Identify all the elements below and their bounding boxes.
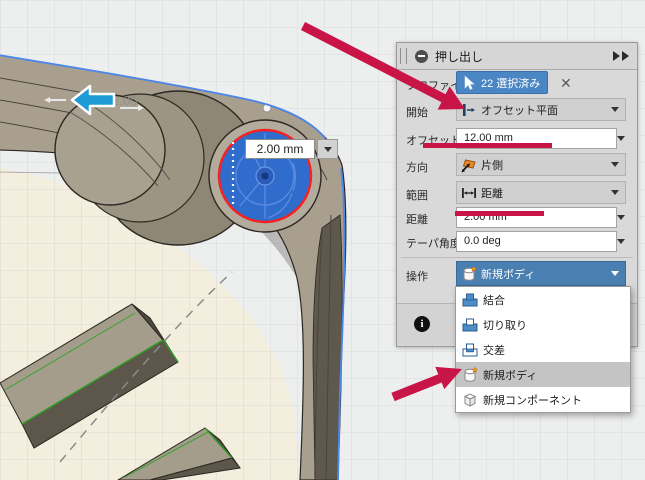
direction-value: 片側: [481, 157, 503, 173]
extent-value: 距離: [481, 185, 503, 201]
distance-extent-icon: [461, 185, 477, 201]
new-body-icon: [461, 266, 477, 282]
info-icon[interactable]: i: [414, 316, 430, 332]
profile-selection-button[interactable]: 22 選択済み: [456, 71, 548, 94]
app-window: 2.00 2.00 mm 押し出し プロファイル: [0, 0, 645, 480]
right-boss-cylinder[interactable]: [209, 120, 321, 232]
clear-selection-button[interactable]: ✕: [560, 73, 572, 93]
operation-label: 操作: [406, 268, 428, 284]
taper-input[interactable]: 0.0 deg: [456, 231, 617, 252]
profile-selection-count: 22 選択済み: [481, 75, 540, 91]
dropdown-item-label: 結合: [483, 292, 505, 308]
one-side-icon: [461, 157, 477, 173]
boolean-join-icon: [462, 292, 478, 308]
drag-grip-icon[interactable]: [400, 48, 407, 64]
dropdown-item-cut[interactable]: 切り取り: [456, 312, 630, 337]
extent-label: 範囲: [406, 187, 428, 203]
collapse-icon[interactable]: [415, 50, 428, 63]
chevron-down-icon[interactable]: [617, 215, 625, 220]
dropdown-item-label: 新規コンポーネント: [483, 392, 582, 408]
chevron-down-icon[interactable]: [617, 136, 625, 141]
dropdown-item-join[interactable]: 結合: [456, 287, 630, 312]
divider: [401, 257, 633, 258]
dropdown-item-label: 切り取り: [483, 317, 527, 333]
start-combo[interactable]: オフセット平面: [456, 98, 626, 121]
distance-label: 距離: [406, 211, 428, 227]
new-body-icon: [462, 367, 478, 383]
dialog-titlebar[interactable]: 押し出し: [397, 43, 637, 70]
chevron-down-icon: [611, 107, 619, 112]
dropdown-item-new-component[interactable]: 新規コンポーネント: [456, 387, 630, 412]
boolean-intersect-icon: [462, 342, 478, 358]
dialog-title: 押し出し: [435, 48, 483, 65]
new-component-icon: [462, 392, 478, 408]
cursor-icon: [461, 75, 477, 91]
dropdown-item-label: 交差: [483, 342, 505, 358]
boolean-cut-icon: [462, 317, 478, 333]
chevron-down-icon: [611, 190, 619, 195]
chevron-down-icon[interactable]: [617, 239, 625, 244]
direction-combo[interactable]: 片側: [456, 153, 626, 176]
chevron-down-icon: [324, 147, 332, 152]
taper-label: テーパ角度: [406, 235, 461, 251]
offset-label: オフセット: [406, 132, 461, 148]
offset-plane-icon: [461, 102, 477, 118]
extent-combo[interactable]: 距離: [456, 181, 626, 204]
distance-inline-input[interactable]: 2.00 mm: [245, 139, 315, 159]
direction-label: 方向: [406, 159, 428, 175]
start-label: 開始: [406, 104, 428, 120]
dropdown-item-new-body[interactable]: 新規ボディ: [456, 362, 630, 387]
offset-input[interactable]: 12.00 mm: [456, 128, 617, 149]
operation-value: 新規ボディ: [481, 266, 535, 282]
dropdown-item-intersect[interactable]: 交差: [456, 337, 630, 362]
double-arrow-icon[interactable]: [611, 51, 629, 61]
inline-input-dropdown-button[interactable]: [317, 139, 338, 159]
viewport-dimension-input-group: 2.00 mm: [245, 139, 338, 159]
distance-input[interactable]: 2.00 mm: [456, 207, 617, 228]
dropdown-item-label: 新規ボディ: [483, 367, 537, 383]
manipulator-ghost-value: 2.00: [112, 93, 137, 108]
chevron-down-icon: [611, 271, 619, 276]
start-value: オフセット平面: [481, 102, 558, 118]
chevron-down-icon: [611, 162, 619, 167]
operation-dropdown-list: 結合 切り取り 交差 新規ボディ: [455, 286, 631, 413]
operation-combo[interactable]: 新規ボディ: [456, 261, 626, 286]
